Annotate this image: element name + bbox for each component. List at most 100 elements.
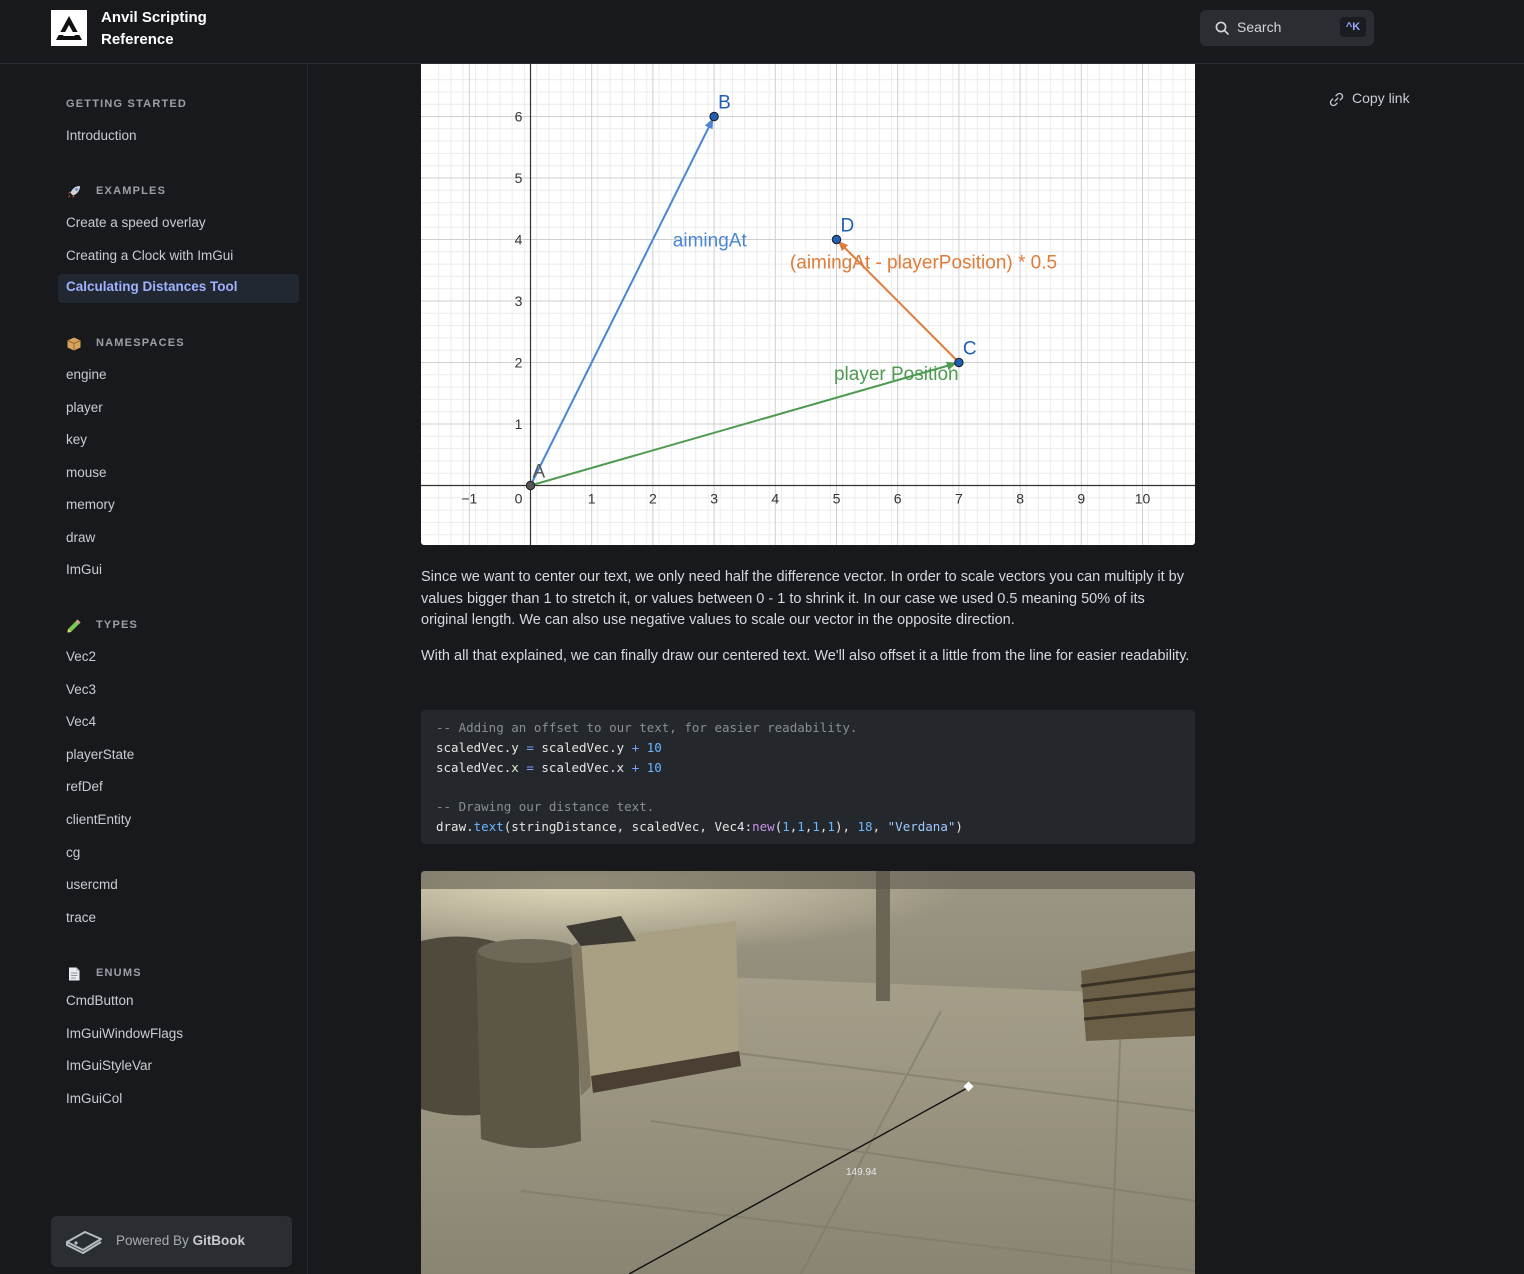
sidebar-item-introduction[interactable]: Introduction bbox=[66, 128, 137, 143]
section-heading-types: TYPES bbox=[96, 619, 139, 631]
code-token: scaledVec.x bbox=[541, 760, 625, 775]
y-tick-label: 2 bbox=[515, 355, 523, 371]
x-tick-label: 7 bbox=[955, 491, 963, 507]
sidebar-item-refdef[interactable]: refDef bbox=[66, 779, 103, 794]
sidebar-item-creating-a-clock-with-imgui[interactable]: Creating a Clock with ImGui bbox=[66, 248, 233, 263]
x-tick-label: 8 bbox=[1016, 491, 1024, 507]
code-token: scaledVec.x bbox=[436, 760, 519, 775]
point-marker bbox=[709, 111, 719, 122]
sidebar-item-vec2[interactable]: Vec2 bbox=[66, 649, 96, 664]
rocket-icon bbox=[68, 186, 80, 198]
anvil-logo-icon[interactable] bbox=[51, 10, 87, 46]
vector-line bbox=[529, 119, 714, 486]
x-tick-label: −1 bbox=[461, 491, 477, 507]
code-token: 1 bbox=[797, 819, 805, 834]
code-token: ) bbox=[955, 819, 963, 834]
code-comment: -- Adding an offset to our text, for eas… bbox=[436, 720, 858, 735]
link-icon bbox=[1329, 92, 1344, 107]
sidebar-item-imguiwindowflags[interactable]: ImGuiWindowFlags bbox=[66, 1026, 183, 1041]
y-tick-label: 4 bbox=[515, 232, 523, 248]
x-tick-label: 6 bbox=[894, 491, 902, 507]
vector-label: aimingAt bbox=[673, 231, 748, 252]
code-token: = bbox=[526, 740, 534, 755]
paragraph-scaling: Since we want to center our text, we onl… bbox=[421, 569, 1184, 628]
game-scene-screenshot: 149.94 bbox=[421, 871, 1195, 1274]
vector-chart: −1 0 1 2 3 4 5 6 7 8 9 10 1 2 3 4 5 6 aimingAt player Posi… bbox=[421, 64, 1195, 545]
sidebar-item-engine[interactable]: engine bbox=[66, 367, 107, 382]
page-icon bbox=[69, 967, 80, 981]
code-token: text bbox=[473, 819, 504, 834]
search-icon bbox=[1215, 21, 1229, 35]
sidebar-item-trace[interactable]: trace bbox=[66, 910, 96, 925]
vector-label: (aimingAt - playerPosition) * 0.5 bbox=[790, 252, 1057, 273]
x-tick-label: 3 bbox=[710, 491, 718, 507]
code-token: 1 bbox=[812, 819, 820, 834]
point-marker bbox=[954, 357, 964, 368]
top-bar: Anvil Scripting Reference Search ^K bbox=[0, 0, 1524, 64]
sidebar-item-imguicol[interactable]: ImGuiCol bbox=[66, 1091, 122, 1106]
sidebar-item-usercmd[interactable]: usercmd bbox=[66, 877, 118, 892]
code-block[interactable]: -- Adding an offset to our text, for eas… bbox=[421, 710, 1195, 844]
sidebar-item-calculating-distances-tool[interactable]: Calculating Distances Tool bbox=[58, 274, 299, 303]
section-heading-namespaces: NAMESPACES bbox=[96, 337, 185, 349]
search-label: Search bbox=[1237, 19, 1282, 35]
sidebar-item-vec4[interactable]: Vec4 bbox=[66, 714, 96, 729]
x-tick-label: 4 bbox=[771, 491, 779, 507]
sidebar-item-label: Calculating Distances Tool bbox=[66, 279, 238, 294]
x-tick-label: 9 bbox=[1077, 491, 1085, 507]
code-line: scaledVec.y = scaledVec.y + 10 bbox=[436, 740, 662, 755]
distance-label: 149.94 bbox=[846, 1167, 877, 1178]
point-label: D bbox=[841, 216, 855, 237]
point-marker bbox=[831, 234, 842, 245]
sidebar-item-imguistylevar[interactable]: ImGuiStyleVar bbox=[66, 1058, 152, 1073]
sidebar-item-draw[interactable]: draw bbox=[66, 530, 95, 545]
code-token: 1 bbox=[827, 819, 835, 834]
sidebar-item-memory[interactable]: memory bbox=[66, 497, 115, 512]
code-token: (stringDistance, scaledVec, Vec4: bbox=[503, 819, 753, 834]
sidebar-item-playerstate[interactable]: playerState bbox=[66, 747, 134, 762]
sidebar: GETTING STARTED Introduction EXAMPLES Cr… bbox=[0, 64, 308, 1274]
vector-diagram: −1 0 1 2 3 4 5 6 7 8 9 10 1 2 3 4 5 6 aimingAt player Posi… bbox=[421, 64, 1195, 545]
paragraph-centered-text: With all that explained, we can finally … bbox=[421, 648, 1190, 664]
app-title[interactable]: Anvil Scripting Reference bbox=[101, 7, 241, 51]
code-token: ), bbox=[834, 819, 858, 834]
gitbook-brand: GitBook bbox=[192, 1233, 246, 1248]
point-label: B bbox=[718, 93, 731, 114]
code-token: new bbox=[752, 819, 775, 834]
y-tick-label: 6 bbox=[515, 109, 523, 125]
x-tick-label: 5 bbox=[833, 491, 841, 507]
powered-by-gitbook-link[interactable]: Powered By GitBook bbox=[51, 1216, 292, 1267]
sidebar-item-cg[interactable]: cg bbox=[66, 845, 80, 860]
point-label: C bbox=[963, 339, 977, 360]
code-line: draw.text(stringDistance, scaledVec, Vec… bbox=[436, 819, 963, 834]
sidebar-item-key[interactable]: key bbox=[66, 432, 87, 447]
section-heading-getting-started: GETTING STARTED bbox=[66, 98, 188, 110]
section-heading-examples: EXAMPLES bbox=[96, 185, 167, 197]
vector-label: player Position bbox=[834, 364, 959, 385]
point-label: A bbox=[533, 462, 546, 483]
sidebar-item-player[interactable]: player bbox=[66, 400, 103, 415]
code-token: draw. bbox=[436, 819, 474, 834]
code-token: , bbox=[872, 819, 888, 834]
code-token: 10 bbox=[646, 740, 662, 755]
x-tick-label: 0 bbox=[515, 491, 523, 507]
sidebar-item-cmdbutton[interactable]: CmdButton bbox=[66, 993, 134, 1008]
package-icon bbox=[67, 337, 81, 351]
sidebar-item-cliententity[interactable]: clientEntity bbox=[66, 812, 131, 827]
sidebar-item-create-a-speed-overlay[interactable]: Create a speed overlay bbox=[66, 215, 206, 230]
code-token: = bbox=[526, 760, 534, 775]
x-tick-label: 10 bbox=[1135, 491, 1151, 507]
search-shortcut-badge: ^K bbox=[1340, 17, 1366, 37]
sidebar-item-imgui[interactable]: ImGui bbox=[66, 562, 102, 577]
section-heading-enums: ENUMS bbox=[96, 967, 142, 979]
x-tick-label: 1 bbox=[588, 491, 596, 507]
code-line: scaledVec.x = scaledVec.x + 10 bbox=[436, 760, 662, 775]
gitbook-prefix: Powered By bbox=[116, 1233, 189, 1248]
code-token: 1 bbox=[782, 819, 790, 834]
sidebar-item-mouse[interactable]: mouse bbox=[66, 465, 107, 480]
code-token: 18 bbox=[857, 819, 873, 834]
code-comment: -- Drawing our distance text. bbox=[436, 799, 655, 814]
code-token: "Verdana" bbox=[887, 819, 956, 834]
search-button[interactable]: Search ^K bbox=[1200, 10, 1374, 46]
sidebar-item-vec3[interactable]: Vec3 bbox=[66, 682, 96, 697]
